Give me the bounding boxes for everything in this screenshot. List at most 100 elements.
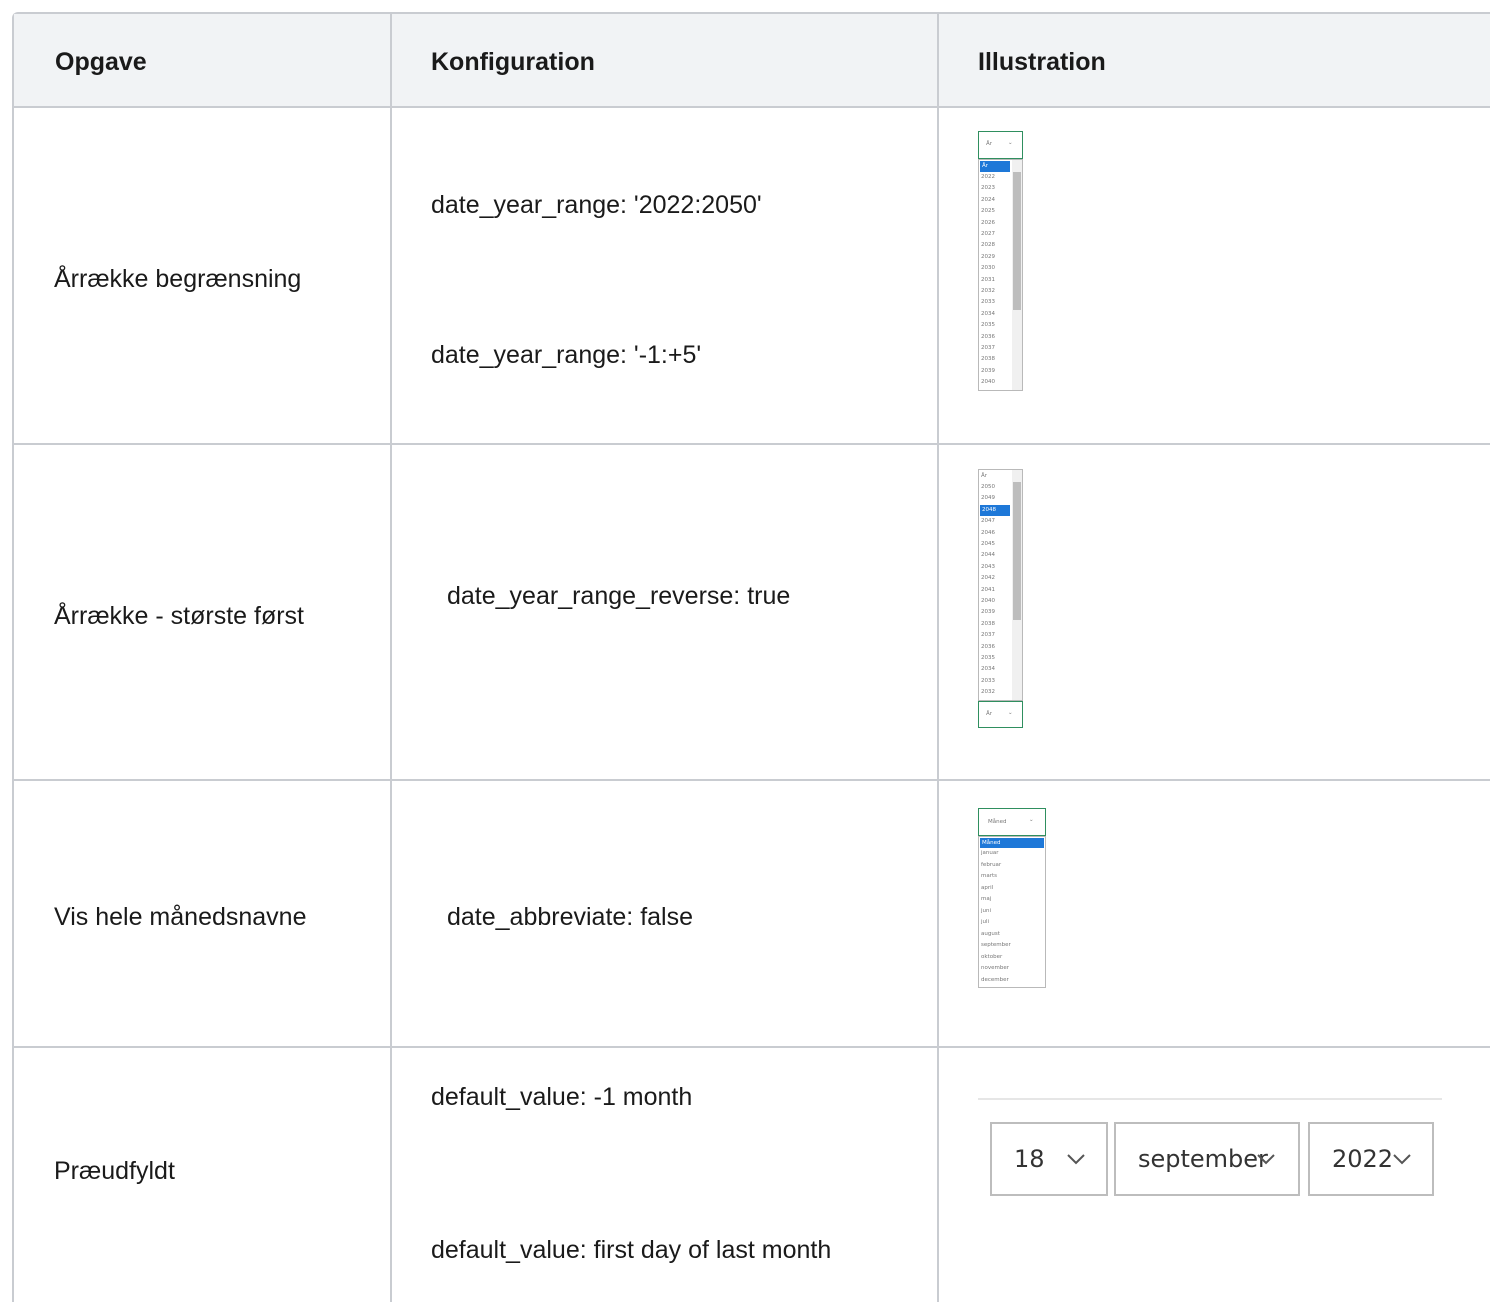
year-option[interactable]: 2042 [981, 573, 995, 584]
year-option[interactable]: 2033 [981, 676, 995, 687]
year-select-value: 2022 [1332, 1145, 1394, 1173]
month-options-list[interactable]: Måned januar februar marts april maj juni juli… [978, 836, 1046, 988]
chevron-down-icon [1257, 1154, 1275, 1165]
task-cell: Årrække - største først [54, 602, 304, 630]
month-option[interactable]: juni [981, 906, 991, 917]
header-opgave: Opgave [55, 48, 147, 76]
year-option[interactable]: 2029 [981, 252, 995, 263]
year-option[interactable]: 2025 [981, 206, 995, 217]
scrollbar-thumb[interactable] [1013, 482, 1021, 620]
year-select-label: År [986, 711, 993, 717]
month-option[interactable]: juli [981, 917, 989, 928]
year-option[interactable]: 2039 [981, 607, 995, 618]
year-option[interactable]: 2044 [981, 550, 995, 561]
task-cell: Vis hele månedsnavne [54, 903, 307, 931]
month-option[interactable]: maj [981, 894, 991, 905]
month-option-selected[interactable]: Måned [980, 838, 1044, 848]
year-option[interactable]: 2041 [981, 585, 995, 596]
year-option[interactable]: 2032 [981, 286, 995, 297]
year-select[interactable]: 2022 [1308, 1122, 1434, 1196]
day-select[interactable]: 18 [990, 1122, 1108, 1196]
year-option[interactable]: 2037 [981, 630, 995, 641]
row-divider [14, 106, 1490, 108]
month-option[interactable]: oktober [981, 952, 1002, 963]
year-select-head[interactable]: År ⌄ [978, 701, 1023, 728]
year-option[interactable]: 2033 [981, 297, 995, 308]
year-dropdown-ascending[interactable]: År ⌄ År 2022 2023 2024 2025 2026 2027 2028 2029… [978, 131, 1024, 393]
year-dropdown-descending[interactable]: År 2050 2049 2048 2047 2046 2045 2044 2043 2042 2… [978, 469, 1024, 729]
year-option[interactable]: 2030 [981, 263, 995, 274]
year-option[interactable]: 2048 [980, 504, 1010, 516]
month-dropdown[interactable]: Måned ⌄ Måned januar februar marts april maj… [978, 808, 1048, 990]
year-option[interactable]: 2027 [981, 229, 995, 240]
year-option[interactable]: 2036 [981, 332, 995, 343]
year-options-list[interactable]: År 2022 2023 2024 2025 2026 2027 2028 2029 2030 2… [978, 159, 1023, 391]
header-illustration: Illustration [978, 48, 1106, 76]
scrollbar-thumb[interactable] [1013, 172, 1021, 310]
year-option[interactable]: 2034 [981, 309, 995, 320]
year-option[interactable]: 2035 [981, 320, 995, 331]
year-options-list-reverse[interactable]: År 2050 2049 2048 2047 2046 2045 2044 2043 2042 2… [978, 469, 1023, 701]
year-option[interactable]: 2049 [981, 493, 995, 504]
year-option[interactable]: 2038 [981, 619, 995, 630]
month-option[interactable]: august [981, 929, 1000, 940]
year-option[interactable]: 2040 [981, 377, 995, 388]
year-option[interactable]: 2046 [981, 528, 995, 539]
year-option[interactable]: 2026 [981, 218, 995, 229]
chevron-down-icon: ⌄ [1008, 140, 1013, 146]
chevron-down-icon [1067, 1154, 1085, 1165]
year-option[interactable]: 2028 [981, 240, 995, 251]
month-option[interactable]: september [981, 940, 1011, 951]
year-option[interactable]: 2032 [981, 687, 995, 698]
column-divider [937, 14, 939, 1302]
year-option[interactable]: 2038 [981, 354, 995, 365]
year-option[interactable]: 2040 [981, 596, 995, 607]
month-option[interactable]: januar [981, 848, 999, 859]
task-cell: Præudfyldt [54, 1157, 175, 1185]
month-option[interactable]: november [981, 963, 1009, 974]
year-option[interactable]: 2036 [981, 642, 995, 653]
year-option[interactable]: 2047 [981, 516, 995, 527]
day-select-value: 18 [1014, 1145, 1045, 1173]
year-option[interactable]: 2035 [981, 653, 995, 664]
chevron-down-icon: ⌄ [1008, 710, 1013, 716]
divider [978, 1098, 1442, 1100]
year-option[interactable]: 2039 [981, 366, 995, 377]
year-option-placeholder[interactable]: År [981, 471, 987, 482]
config-cell: date_year_range: '2022:2050' [431, 191, 762, 219]
year-option-selected[interactable]: År [980, 161, 1010, 172]
month-select-value: september [1138, 1145, 1268, 1173]
year-option[interactable]: 2024 [981, 195, 995, 206]
year-option[interactable]: 2043 [981, 562, 995, 573]
year-select-label: År [986, 141, 993, 147]
year-option[interactable]: 2023 [981, 183, 995, 194]
year-option[interactable]: 2031 [981, 275, 995, 286]
row-divider [14, 779, 1490, 781]
month-select[interactable]: september [1114, 1122, 1300, 1196]
year-option[interactable]: 2034 [981, 664, 995, 675]
config-cell: default_value: -1 month [431, 1083, 693, 1111]
config-cell: default_value: first day of last month [431, 1236, 832, 1264]
header-konfiguration: Konfiguration [431, 48, 595, 76]
month-option[interactable]: marts [981, 871, 997, 882]
column-divider [390, 14, 392, 1302]
month-select-label: Måned [988, 819, 1007, 825]
year-option[interactable]: 2022 [981, 172, 995, 183]
config-cell: date_year_range_reverse: true [447, 582, 791, 610]
table-header [14, 14, 1490, 106]
chevron-down-icon [1393, 1154, 1411, 1165]
config-cell: date_year_range: '-1:+5' [431, 341, 702, 369]
year-option[interactable]: 2050 [981, 482, 995, 493]
year-option[interactable]: 2037 [981, 343, 995, 354]
task-cell: Årrække begrænsning [54, 265, 302, 293]
row-divider [14, 1046, 1490, 1048]
row-divider [14, 443, 1490, 445]
chevron-down-icon: ⌄ [1029, 817, 1034, 823]
year-option[interactable]: 2045 [981, 539, 995, 550]
month-select-head[interactable]: Måned ⌄ [978, 808, 1046, 836]
month-option[interactable]: februar [981, 860, 1001, 871]
month-option[interactable]: december [981, 975, 1009, 986]
month-option[interactable]: april [981, 883, 993, 894]
year-select-head[interactable]: År ⌄ [978, 131, 1023, 159]
config-cell: date_abbreviate: false [447, 903, 694, 931]
